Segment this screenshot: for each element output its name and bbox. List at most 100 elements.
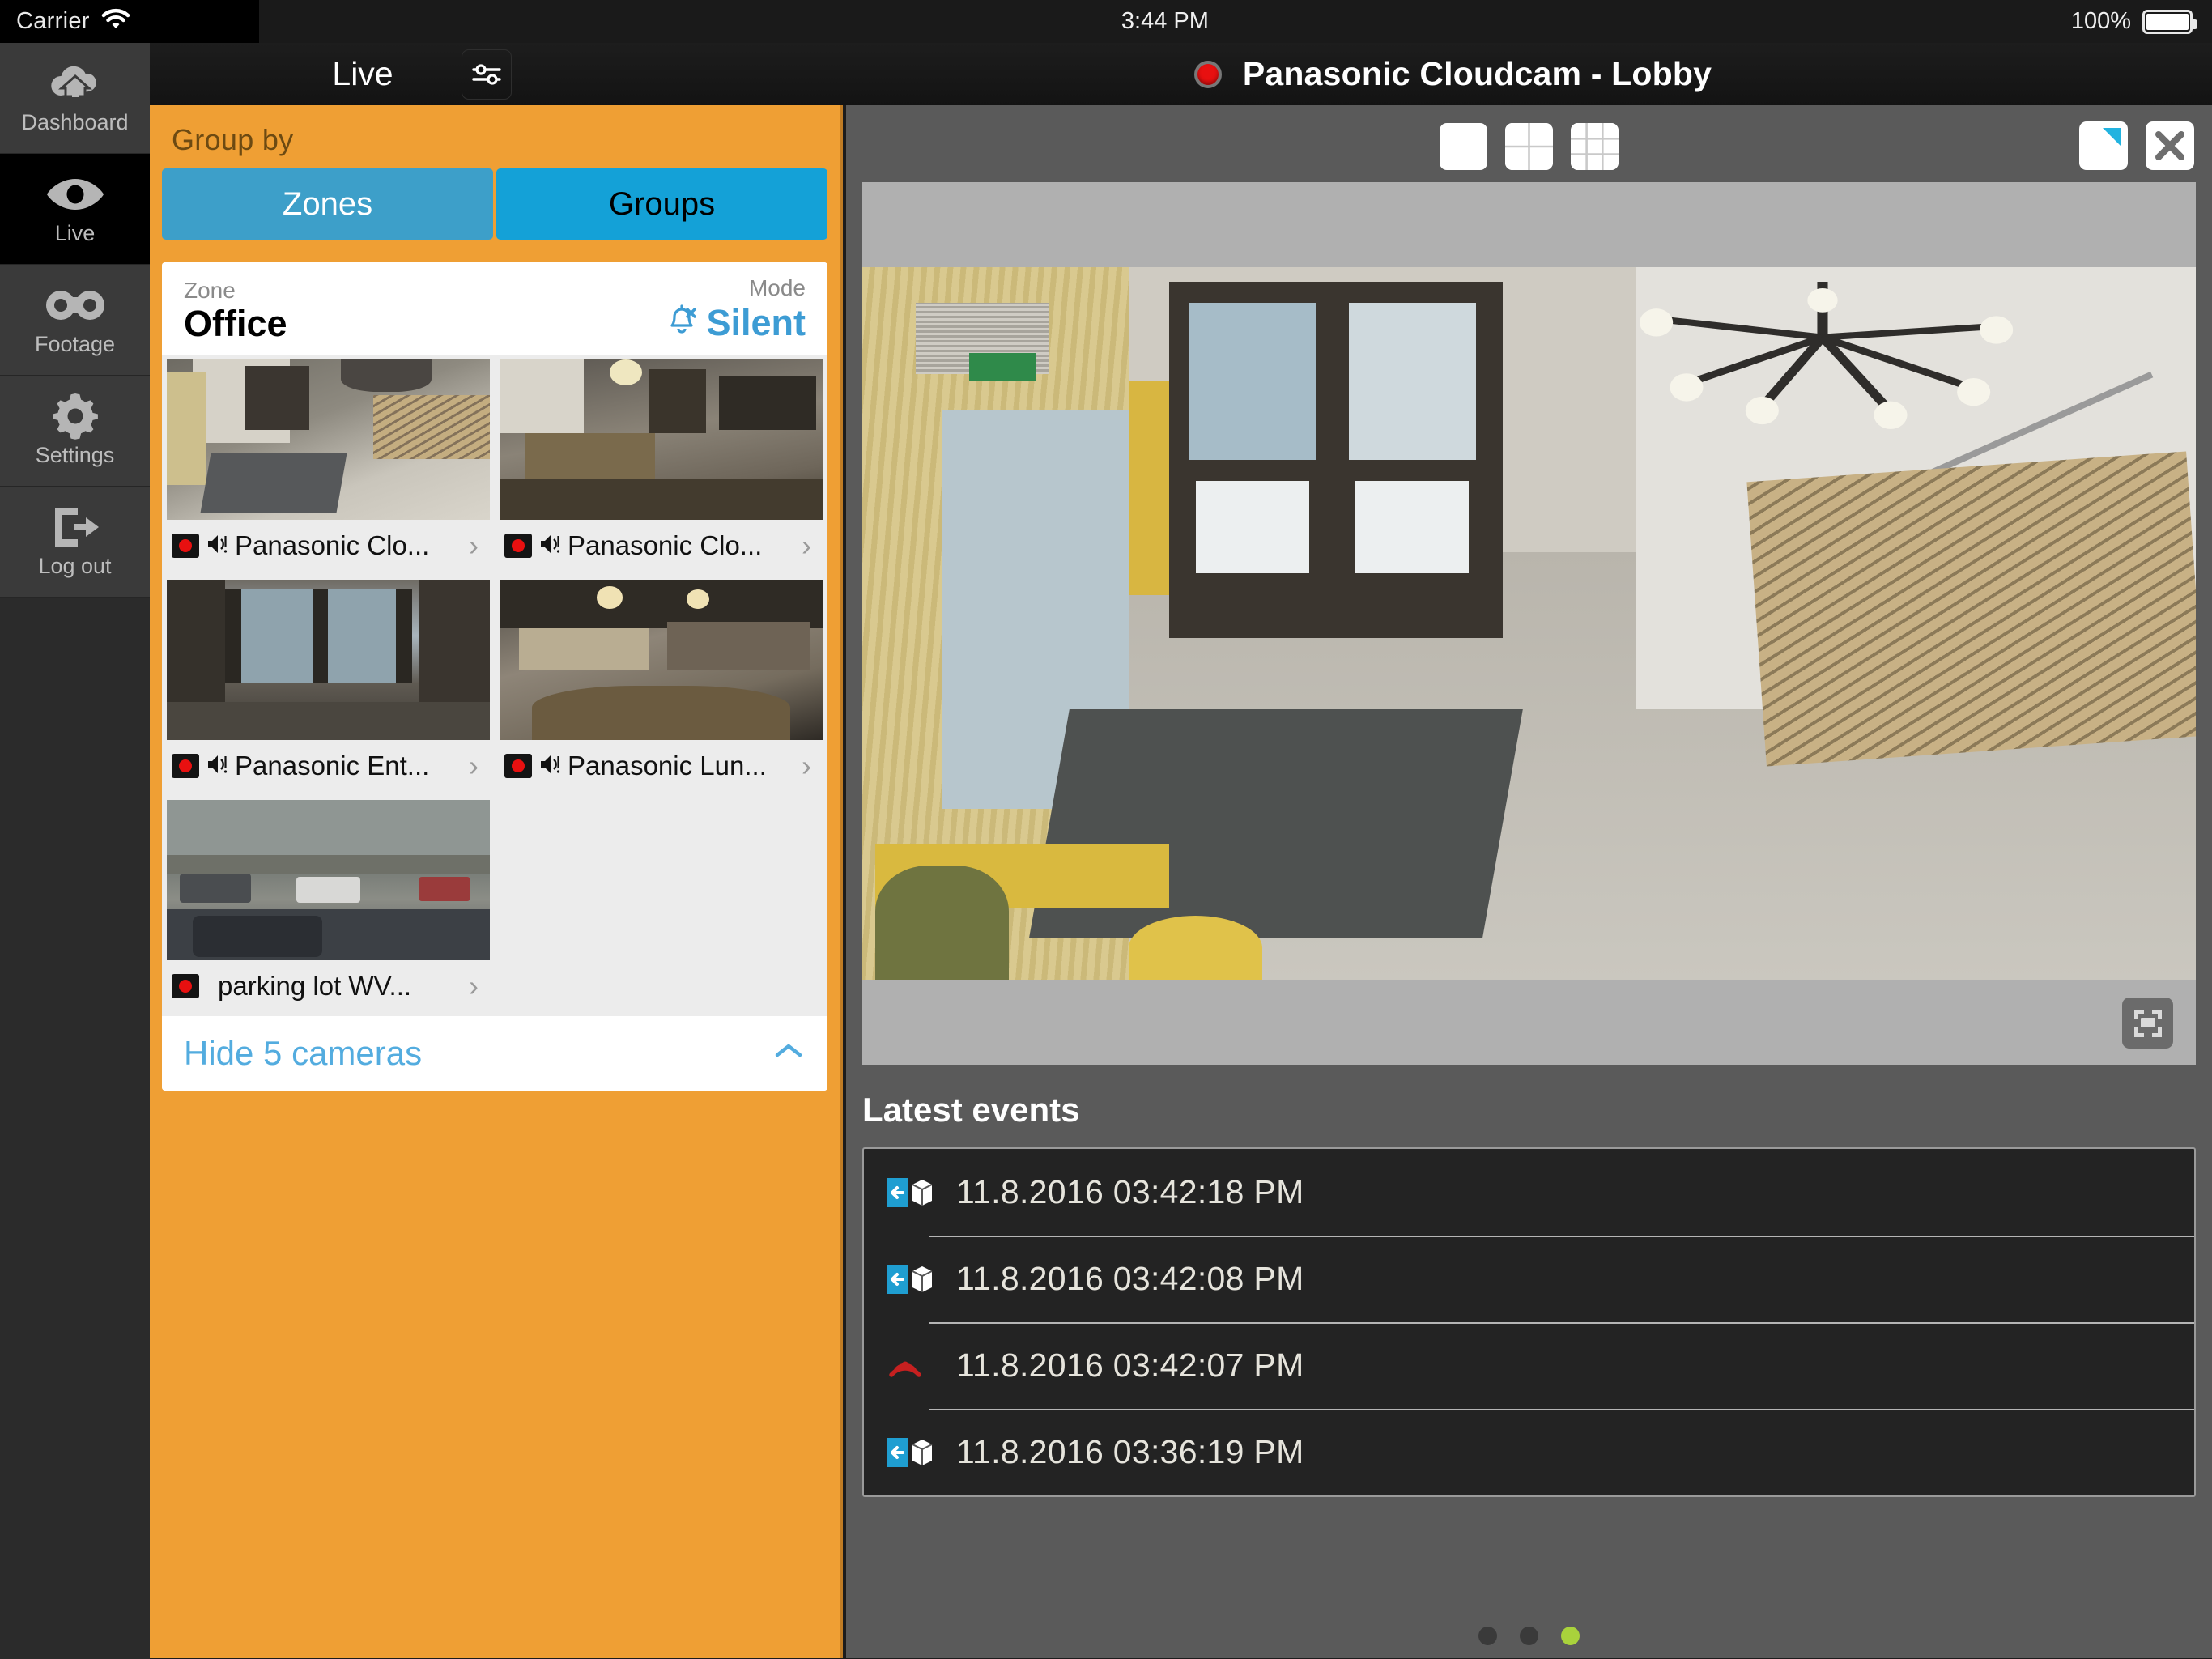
segment-groups[interactable]: Groups xyxy=(496,168,827,240)
mode-value: Silent xyxy=(706,301,806,343)
sidebar-filler xyxy=(0,598,150,1659)
hide-cameras-button[interactable]: Hide 5 cameras xyxy=(162,1016,827,1091)
page-indicator-dots xyxy=(846,1627,2212,1645)
sidebar-item-dashboard[interactable]: Dashboard xyxy=(0,43,150,154)
video-panel: Latest events 11.8.2016 03:42:18 PM 11.8… xyxy=(846,105,2212,1658)
picture-in-picture-icon[interactable] xyxy=(2079,121,2128,170)
sidebar: Dashboard Live Footage Settings Log out xyxy=(0,43,150,1659)
zone-card-header: Zone Office Mode Silent xyxy=(162,262,827,356)
layout-3x3-button[interactable] xyxy=(1571,123,1619,170)
status-bar-left: Carrier xyxy=(0,0,259,43)
status-bar: Carrier 3:44 PM 100% xyxy=(0,0,2212,43)
layout-2x2-button[interactable] xyxy=(1505,123,1553,170)
motion-in-icon xyxy=(887,1175,937,1210)
audio-icon xyxy=(206,532,228,560)
binoculars-icon xyxy=(45,284,106,326)
event-timestamp: 11.8.2016 03:36:19 PM xyxy=(956,1433,1304,1470)
carrier-label: Carrier xyxy=(16,8,90,34)
camera-label-row[interactable]: Panasonic Lun... › xyxy=(500,740,823,793)
recording-indicator-icon xyxy=(172,974,199,999)
chevron-right-icon[interactable]: › xyxy=(469,969,483,1003)
mode-value-row[interactable]: Silent xyxy=(666,302,806,342)
top-header: Live Panasonic Cloudcam - Lobby xyxy=(150,43,2212,105)
sidebar-item-label: Footage xyxy=(34,332,116,356)
camera-tile[interactable]: Panasonic Clo... › xyxy=(162,355,495,576)
status-bar-center: 3:44 PM xyxy=(259,0,2071,43)
event-timestamp: 11.8.2016 03:42:07 PM xyxy=(956,1346,1304,1384)
chevron-right-icon[interactable]: › xyxy=(802,529,816,563)
chevron-right-icon[interactable]: › xyxy=(469,749,483,783)
camera-label-row[interactable]: parking lot WV... › xyxy=(167,960,490,1014)
mode-info[interactable]: Mode Silent xyxy=(666,274,806,342)
audio-icon xyxy=(539,752,560,781)
page-dot[interactable] xyxy=(1478,1627,1497,1645)
close-icon[interactable] xyxy=(2146,121,2194,170)
camera-thumbnail[interactable] xyxy=(167,359,490,521)
sidebar-item-label: Live xyxy=(54,221,96,245)
recording-indicator-icon xyxy=(504,754,532,779)
video-frame[interactable] xyxy=(862,182,2196,1065)
wifi-icon xyxy=(101,8,130,35)
camera-tile[interactable]: Panasonic Ent... › xyxy=(162,576,495,796)
header-right: Panasonic Cloudcam - Lobby xyxy=(694,55,2212,93)
group-by-panel: Group by Zones Groups Zone Office Mode S… xyxy=(150,105,843,1658)
page-title: Live xyxy=(332,55,393,92)
sidebar-item-label: Log out xyxy=(38,554,112,578)
camera-thumbnail[interactable] xyxy=(500,359,823,521)
zone-caption: Zone xyxy=(184,278,236,303)
bell-off-icon xyxy=(666,302,698,342)
sidebar-item-label: Dashboard xyxy=(21,110,129,134)
sidebar-item-settings[interactable]: Settings xyxy=(0,376,150,487)
latest-events-list: 11.8.2016 03:42:18 PM 11.8.2016 03:42:08… xyxy=(862,1147,2196,1497)
sidebar-item-live[interactable]: Live xyxy=(0,154,150,265)
logout-icon xyxy=(50,506,100,548)
hide-cameras-label: Hide 5 cameras xyxy=(184,1034,423,1073)
sidebar-item-footage[interactable]: Footage xyxy=(0,265,150,376)
camera-thumbnail[interactable] xyxy=(167,580,490,741)
camera-thumbnail[interactable] xyxy=(167,800,490,961)
event-timestamp: 11.8.2016 03:42:08 PM xyxy=(956,1260,1304,1297)
group-by-segmented-control: Zones Groups xyxy=(150,157,840,240)
page-dot[interactable] xyxy=(1520,1627,1538,1645)
group-by-label: Group by xyxy=(172,123,294,156)
camera-name: Panasonic Lun... xyxy=(568,751,767,781)
event-row[interactable]: 11.8.2016 03:42:18 PM xyxy=(864,1149,2194,1236)
fullscreen-icon[interactable] xyxy=(2122,998,2173,1049)
camera-name: Panasonic Ent... xyxy=(235,751,430,781)
battery-full-icon xyxy=(2142,9,2197,34)
event-row[interactable]: 11.8.2016 03:42:08 PM xyxy=(864,1236,2194,1322)
camera-thumbnail[interactable] xyxy=(500,580,823,741)
camera-label-row[interactable]: Panasonic Clo... › xyxy=(500,520,823,573)
layout-buttons xyxy=(846,123,2212,170)
chevron-up-icon[interactable] xyxy=(772,1040,805,1067)
event-timestamp: 11.8.2016 03:42:18 PM xyxy=(956,1173,1304,1210)
event-row[interactable]: 11.8.2016 03:42:07 PM xyxy=(864,1322,2194,1409)
sliders-icon[interactable] xyxy=(461,49,512,100)
camera-tile[interactable]: Panasonic Clo... › xyxy=(495,355,827,576)
camera-title: Panasonic Cloudcam - Lobby xyxy=(1242,55,1712,92)
camera-name: parking lot WV... xyxy=(218,971,412,1002)
camera-label-row[interactable]: Panasonic Clo... › xyxy=(167,520,490,573)
layout-1x1-button[interactable] xyxy=(1440,123,1487,170)
camera-name: Panasonic Clo... xyxy=(568,530,763,561)
recording-indicator-icon xyxy=(172,754,199,779)
page-dot-active[interactable] xyxy=(1561,1627,1580,1645)
mode-caption: Mode xyxy=(748,275,806,300)
live-video-image[interactable] xyxy=(862,267,2196,980)
chevron-right-icon[interactable]: › xyxy=(802,749,816,783)
event-row[interactable]: 11.8.2016 03:36:19 PM xyxy=(864,1409,2194,1495)
camera-tile[interactable]: parking lot WV... › xyxy=(162,796,495,1016)
latest-events-title: Latest events xyxy=(862,1091,1080,1129)
camera-label-row[interactable]: Panasonic Ent... › xyxy=(167,740,490,793)
zone-card: Zone Office Mode Silent Panasonic Clo...… xyxy=(162,262,827,1091)
camera-tile[interactable]: Panasonic Lun... › xyxy=(495,576,827,796)
sidebar-item-logout[interactable]: Log out xyxy=(0,487,150,598)
sidebar-item-label: Settings xyxy=(35,443,115,467)
recording-indicator-icon xyxy=(504,534,532,559)
zone-info: Zone Office xyxy=(184,276,287,342)
connection-lost-icon xyxy=(887,1348,937,1384)
record-dot-icon xyxy=(1193,60,1222,88)
segment-zones[interactable]: Zones xyxy=(162,168,493,240)
chevron-right-icon[interactable]: › xyxy=(469,529,483,563)
video-toolbar-right xyxy=(2079,121,2194,170)
